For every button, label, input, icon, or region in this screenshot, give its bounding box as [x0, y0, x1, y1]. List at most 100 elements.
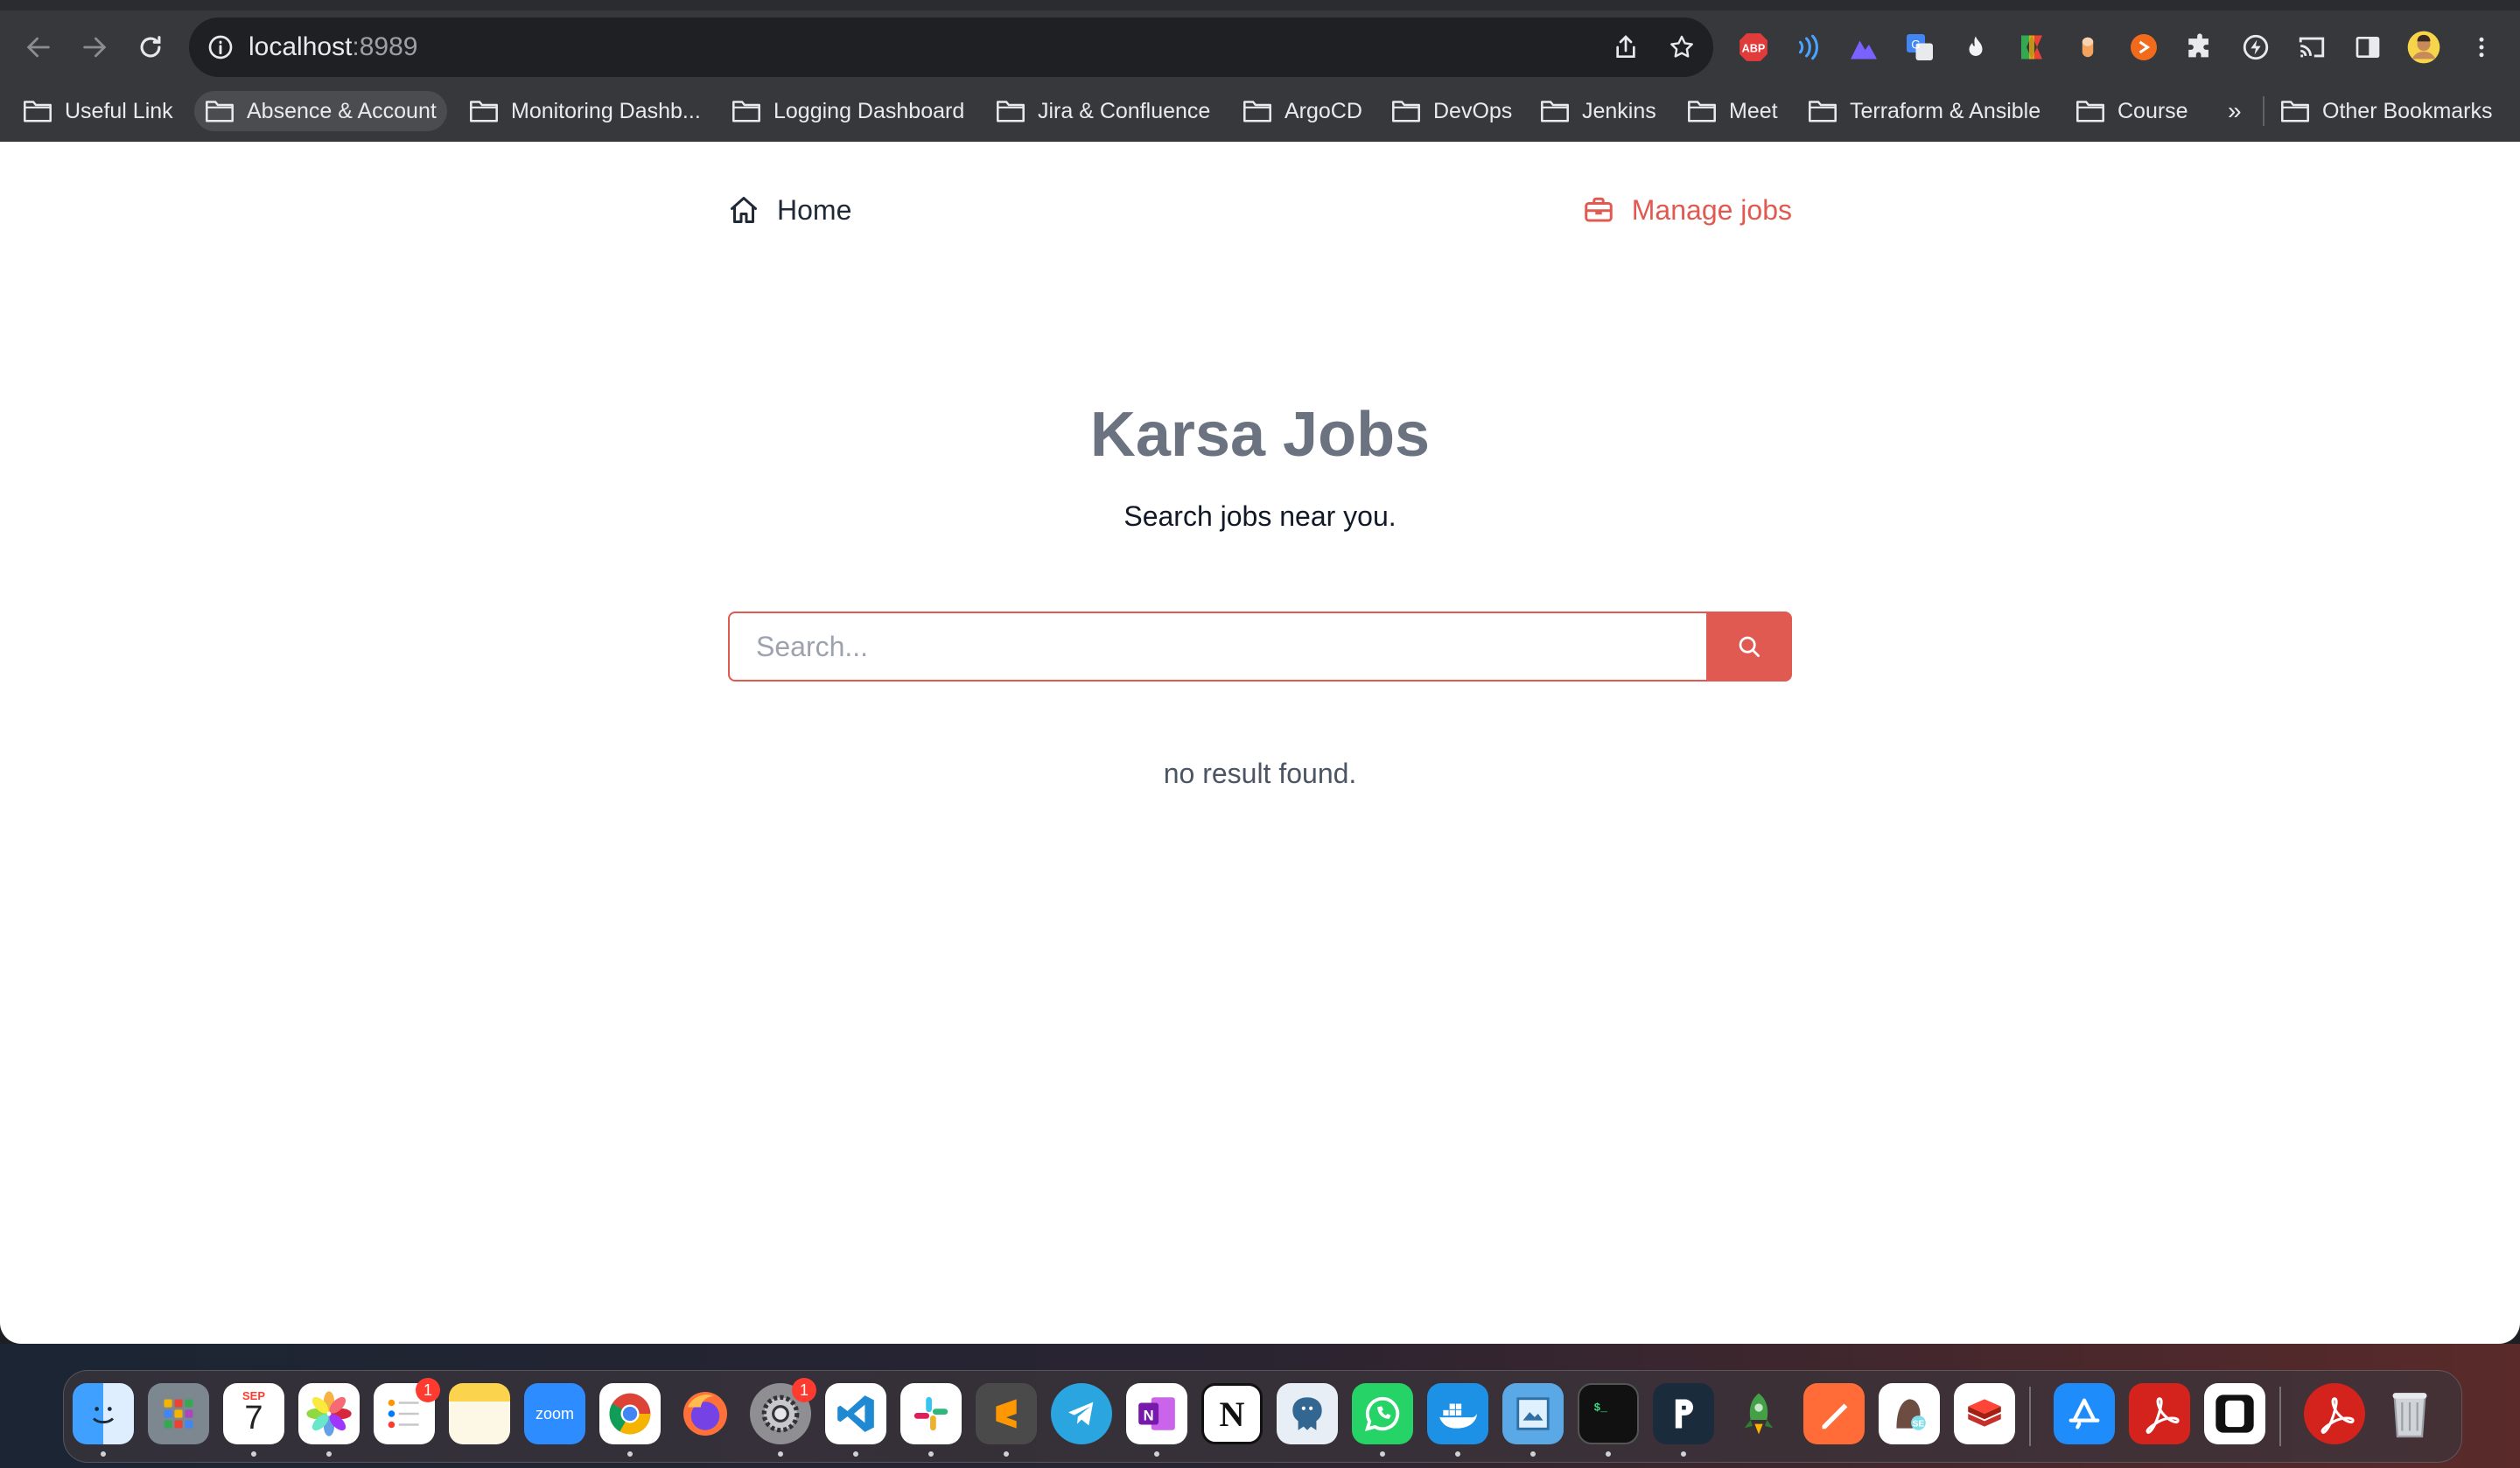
svg-text:$_: $_ — [1594, 1401, 1608, 1414]
chrome-icon[interactable] — [599, 1383, 661, 1444]
folder-icon — [1809, 101, 1837, 122]
redis-icon[interactable] — [1954, 1383, 2015, 1444]
zoom-icon[interactable]: zoom — [524, 1383, 585, 1444]
sublime-text-icon[interactable] — [976, 1383, 1037, 1444]
postman-icon[interactable] — [1803, 1383, 1865, 1444]
acrobat-2-icon[interactable] — [2304, 1383, 2365, 1444]
running-indicator — [1455, 1451, 1460, 1457]
telegram-icon[interactable] — [1051, 1383, 1112, 1444]
nav-home-link[interactable]: Home — [728, 191, 851, 229]
bolt-icon[interactable] — [2238, 30, 2273, 65]
orange-circle-icon[interactable] — [2126, 30, 2161, 65]
wave-icon[interactable] — [1790, 30, 1825, 65]
sequel-ace-icon[interactable]: SE — [1879, 1383, 1940, 1444]
flame-icon[interactable] — [1958, 30, 1993, 65]
folder-icon — [732, 101, 760, 122]
bookmark-label: Useful Link — [65, 98, 173, 123]
system-settings-icon[interactable]: 1 — [750, 1378, 816, 1444]
translate-icon[interactable]: G — [1902, 30, 1937, 65]
url-text[interactable]: localhost:8989 — [248, 33, 417, 61]
bookmark-folder[interactable]: ArgoCD — [1242, 91, 1362, 131]
address-bar[interactable]: localhost:8989 — [189, 17, 1713, 77]
bookmark-folder[interactable]: Jira & Confluence — [996, 91, 1210, 131]
notion-icon[interactable]: N — [1201, 1383, 1263, 1444]
flag-icon[interactable] — [2014, 30, 2049, 65]
more-bookmarks-chevron[interactable]: » — [2228, 91, 2242, 131]
postman-p-icon[interactable] — [1653, 1383, 1714, 1444]
running-indicator — [627, 1451, 633, 1457]
bookmark-label: Monitoring Dashb... — [511, 98, 701, 123]
pgadmin-icon[interactable] — [1277, 1383, 1338, 1444]
bookmark-folder[interactable]: Course — [2076, 91, 2188, 131]
bookmark-label: DevOps — [1433, 98, 1513, 123]
site-info-icon[interactable] — [206, 33, 234, 61]
forward-button[interactable] — [72, 24, 117, 70]
more-vert-icon[interactable] — [2464, 30, 2499, 65]
running-indicator — [1380, 1451, 1385, 1457]
bookmark-label: Other Bookmarks — [2322, 98, 2493, 123]
profile-avatar[interactable] — [2406, 30, 2441, 65]
iterm-icon[interactable] — [2204, 1383, 2265, 1444]
acrobat-icon[interactable] — [2129, 1383, 2190, 1444]
bookmark-label: Meet — [1729, 98, 1778, 123]
bookmark-divider — [2263, 96, 2264, 126]
notes-icon[interactable] — [449, 1383, 510, 1444]
running-indicator — [778, 1451, 783, 1457]
running-indicator — [251, 1451, 256, 1457]
nav-manage-jobs-link[interactable]: Manage jobs — [1583, 191, 1792, 229]
trash-icon[interactable] — [2379, 1383, 2440, 1444]
bookmark-folder[interactable]: Jenkins — [1540, 91, 1656, 131]
share-icon[interactable] — [1612, 33, 1640, 61]
running-indicator — [1530, 1451, 1536, 1457]
bookmark-folder[interactable]: Absence & Account — [194, 91, 447, 131]
whatsapp-icon[interactable] — [1352, 1383, 1413, 1444]
search-icon — [1739, 636, 1760, 657]
photos-icon[interactable] — [298, 1383, 360, 1444]
slack-icon[interactable] — [900, 1383, 962, 1444]
search-input[interactable] — [728, 612, 1706, 682]
puzzle-icon[interactable] — [2182, 30, 2217, 65]
bookmark-folder[interactable]: DevOps — [1391, 91, 1512, 131]
bookmark-folder[interactable]: Meet — [1687, 91, 1778, 131]
bookmark-label: Terraform & Ansible — [1850, 98, 2041, 123]
running-indicator — [101, 1451, 106, 1457]
capsule-icon[interactable] — [2070, 30, 2105, 65]
bookmark-folder[interactable]: Useful Link — [23, 91, 173, 131]
macos-dock: SEP 7 1 zoom 1 N N $_ SE — [63, 1370, 2462, 1463]
terminal-icon[interactable]: $_ — [1578, 1383, 1639, 1444]
preview-icon[interactable] — [1502, 1383, 1564, 1444]
browser-chrome: localhost:8989 ABP G Useful Link Absence… — [0, 0, 2520, 142]
running-indicator — [1606, 1451, 1611, 1457]
bookmark-label: Absence & Account — [247, 98, 437, 123]
home-icon — [731, 197, 757, 223]
other-bookmarks-folder[interactable]: Other Bookmarks — [2280, 91, 2493, 131]
page-title: Karsa Jobs — [1089, 400, 1431, 470]
docker-icon[interactable] — [1427, 1383, 1488, 1444]
tab-strip — [0, 0, 2520, 10]
reload-button[interactable] — [128, 24, 173, 70]
mountain-icon[interactable] — [1846, 30, 1881, 65]
rocket-icon[interactable] — [1728, 1383, 1789, 1444]
nav-home-label: Home — [777, 193, 852, 226]
cast-icon[interactable] — [2294, 30, 2329, 65]
bookmark-star-icon[interactable] — [1668, 33, 1696, 61]
vscode-icon[interactable] — [825, 1383, 886, 1444]
app-store-icon[interactable] — [2054, 1383, 2115, 1444]
sidepanel-icon[interactable] — [2350, 30, 2385, 65]
bookmark-folder[interactable]: Monitoring Dashb... — [469, 91, 701, 131]
back-button[interactable] — [16, 24, 61, 70]
calendar-icon[interactable]: SEP 7 — [223, 1383, 284, 1444]
bookmark-folder[interactable]: Terraform & Ansible — [1808, 91, 2040, 131]
bookmark-folder[interactable]: Logging Dashboard — [732, 91, 964, 131]
running-indicator — [853, 1451, 858, 1457]
reminders-icon[interactable]: 1 — [374, 1378, 440, 1444]
launchpad-icon[interactable] — [148, 1383, 209, 1444]
adblock-icon[interactable]: ABP — [1736, 30, 1771, 65]
page-subtitle: Search jobs near you. — [1124, 500, 1396, 532]
folder-icon — [206, 101, 234, 122]
onenote-icon[interactable]: N — [1126, 1383, 1187, 1444]
firefox-icon[interactable] — [675, 1383, 736, 1444]
search-button[interactable] — [1706, 612, 1792, 682]
folder-icon — [24, 101, 52, 122]
finder-icon[interactable] — [73, 1383, 134, 1444]
